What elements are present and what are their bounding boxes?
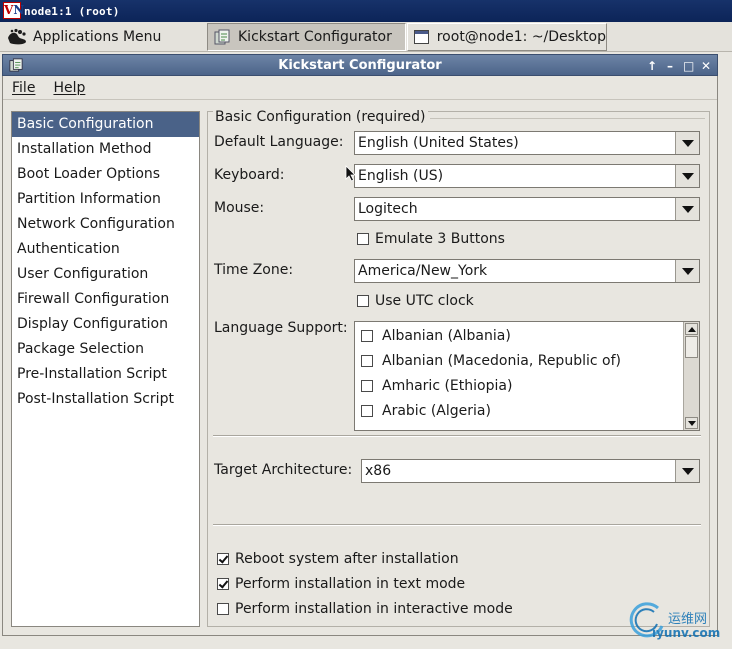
watermark-cn-text: 运维网 bbox=[668, 612, 708, 627]
separator bbox=[213, 524, 701, 526]
chevron-down-icon[interactable] bbox=[675, 460, 699, 482]
watermark-en-text: iyunv.com bbox=[652, 626, 721, 640]
taskbar-item-kickstart[interactable]: Kickstart Configurator bbox=[207, 23, 406, 51]
sidebar-item-boot-loader-options[interactable]: Boot Loader Options bbox=[12, 162, 199, 187]
time-zone-value: America/New_York bbox=[358, 263, 488, 279]
kickstart-icon bbox=[214, 29, 230, 45]
keyboard-label: Keyboard: bbox=[214, 167, 285, 183]
text-mode-install-label: Perform installation in text mode bbox=[235, 576, 466, 592]
menu-file[interactable]: File bbox=[12, 80, 35, 96]
chevron-down-icon[interactable] bbox=[675, 165, 699, 187]
sidebar-item-network-configuration[interactable]: Network Configuration bbox=[12, 212, 199, 237]
category-list: Basic Configuration Installation Method … bbox=[11, 111, 200, 627]
mouse-select[interactable]: Logitech bbox=[354, 197, 700, 221]
vnc-titlebar: VN node1:1 (root) bbox=[0, 0, 732, 22]
time-zone-select[interactable]: America/New_York bbox=[354, 259, 700, 283]
checkbox-box[interactable] bbox=[217, 553, 229, 565]
use-utc-clock-label: Use UTC clock bbox=[375, 293, 474, 309]
reboot-after-install-label: Reboot system after installation bbox=[235, 551, 459, 567]
emulate-3-buttons-label: Emulate 3 Buttons bbox=[375, 231, 505, 247]
keyboard-value: English (US) bbox=[358, 168, 444, 184]
taskbar-item-label: root@node1: ~/Desktop bbox=[436, 29, 606, 45]
sidebar-item-package-selection[interactable]: Package Selection bbox=[12, 337, 199, 362]
close-window-icon[interactable]: ✕ bbox=[701, 55, 711, 77]
checkbox-box[interactable] bbox=[361, 404, 373, 417]
vertical-scrollbar[interactable] bbox=[683, 322, 699, 430]
mouse-pointer-icon bbox=[345, 165, 356, 182]
terminal-icon bbox=[414, 30, 429, 44]
maximize-window-icon[interactable]: □ bbox=[683, 55, 694, 77]
checkbox-box[interactable] bbox=[361, 329, 373, 342]
scrollbar-thumb[interactable] bbox=[685, 336, 698, 358]
checkbox-box[interactable] bbox=[361, 379, 373, 392]
desktop-background bbox=[0, 636, 732, 649]
chevron-down-icon[interactable] bbox=[675, 132, 699, 154]
list-item[interactable]: Albanian (Macedonia, Republic of) bbox=[355, 348, 699, 373]
taskbar-item-terminal[interactable]: root@node1: ~/Desktop bbox=[407, 23, 607, 51]
language-label: Arabic (Algeria) bbox=[382, 402, 491, 419]
checkbox-box[interactable] bbox=[217, 578, 229, 590]
sidebar-item-installation-method[interactable]: Installation Method bbox=[12, 137, 199, 162]
checkbox-box[interactable] bbox=[357, 233, 369, 245]
time-zone-label: Time Zone: bbox=[214, 262, 294, 278]
chevron-down-icon[interactable] bbox=[675, 198, 699, 220]
sidebar-item-firewall-configuration[interactable]: Firewall Configuration bbox=[12, 287, 199, 312]
use-utc-clock-checkbox[interactable]: Use UTC clock bbox=[357, 293, 474, 309]
kickstart-icon bbox=[9, 58, 23, 72]
sidebar-item-user-configuration[interactable]: User Configuration bbox=[12, 262, 199, 287]
sidebar-item-post-installation-script[interactable]: Post-Installation Script bbox=[12, 387, 199, 412]
target-architecture-value: x86 bbox=[365, 463, 392, 479]
scroll-up-arrow-icon[interactable] bbox=[685, 323, 698, 335]
applications-menu-label: Applications Menu bbox=[33, 29, 162, 45]
list-item[interactable]: Albanian (Albania) bbox=[355, 323, 699, 348]
taskbar-item-label: Kickstart Configurator bbox=[238, 29, 392, 45]
separator bbox=[213, 435, 701, 437]
shade-window-icon[interactable]: ↑ bbox=[647, 55, 657, 77]
checkbox-box[interactable] bbox=[217, 603, 229, 615]
mouse-value: Logitech bbox=[358, 201, 418, 217]
minimize-window-icon[interactable]: – bbox=[665, 55, 675, 77]
window-title: Kickstart Configurator bbox=[278, 58, 442, 73]
target-architecture-label: Target Architecture: bbox=[214, 462, 353, 478]
default-language-value: English (United States) bbox=[358, 135, 519, 151]
section-divider bbox=[430, 118, 705, 119]
watermark-logo: 运维网 iyunv.com bbox=[628, 600, 728, 646]
language-label: Albanian (Albania) bbox=[382, 327, 511, 344]
sidebar-item-authentication[interactable]: Authentication bbox=[12, 237, 199, 262]
checkbox-box[interactable] bbox=[357, 295, 369, 307]
checkbox-box[interactable] bbox=[361, 354, 373, 367]
chevron-down-icon[interactable] bbox=[675, 260, 699, 282]
menu-help[interactable]: Help bbox=[53, 80, 85, 96]
target-architecture-select[interactable]: x86 bbox=[361, 459, 700, 483]
sidebar-item-display-configuration[interactable]: Display Configuration bbox=[12, 312, 199, 337]
vnc-logo-icon: VN bbox=[3, 2, 25, 19]
interactive-mode-install-checkbox[interactable]: Perform installation in interactive mode bbox=[217, 601, 513, 617]
default-language-select[interactable]: English (United States) bbox=[354, 131, 700, 155]
text-mode-install-checkbox[interactable]: Perform installation in text mode bbox=[217, 576, 465, 592]
sidebar-item-partition-information[interactable]: Partition Information bbox=[12, 187, 199, 212]
top-panel: Applications Menu Kickstart Configurator… bbox=[0, 22, 732, 52]
applications-menu-button[interactable]: Applications Menu bbox=[6, 24, 198, 50]
default-language-label: Default Language: bbox=[214, 134, 344, 150]
window-titlebar[interactable]: Kickstart Configurator ↑ – □ ✕ bbox=[2, 54, 718, 76]
language-support-list[interactable]: Albanian (Albania) Albanian (Macedonia, … bbox=[354, 321, 700, 431]
section-title: Basic Configuration (required) bbox=[213, 109, 428, 125]
list-item[interactable]: Amharic (Ethiopia) bbox=[355, 373, 699, 398]
keyboard-select[interactable]: English (US) bbox=[354, 164, 700, 188]
reboot-after-install-checkbox[interactable]: Reboot system after installation bbox=[217, 551, 459, 567]
interactive-mode-install-label: Perform installation in interactive mode bbox=[235, 601, 513, 617]
list-item[interactable]: Arabic (Algeria) bbox=[355, 398, 699, 423]
menubar: File Help bbox=[3, 76, 717, 100]
gnome-foot-icon bbox=[8, 28, 26, 45]
language-support-label: Language Support: bbox=[214, 320, 348, 336]
emulate-3-buttons-checkbox[interactable]: Emulate 3 Buttons bbox=[357, 231, 505, 247]
language-label: Albanian (Macedonia, Republic of) bbox=[382, 352, 621, 369]
sidebar-item-basic-configuration[interactable]: Basic Configuration bbox=[12, 112, 199, 137]
mouse-label: Mouse: bbox=[214, 200, 265, 216]
vnc-title: node1:1 (root) bbox=[24, 5, 120, 18]
language-label: Amharic (Ethiopia) bbox=[382, 377, 513, 394]
sidebar-item-pre-installation-script[interactable]: Pre-Installation Script bbox=[12, 362, 199, 387]
scroll-down-arrow-icon[interactable] bbox=[685, 417, 698, 429]
